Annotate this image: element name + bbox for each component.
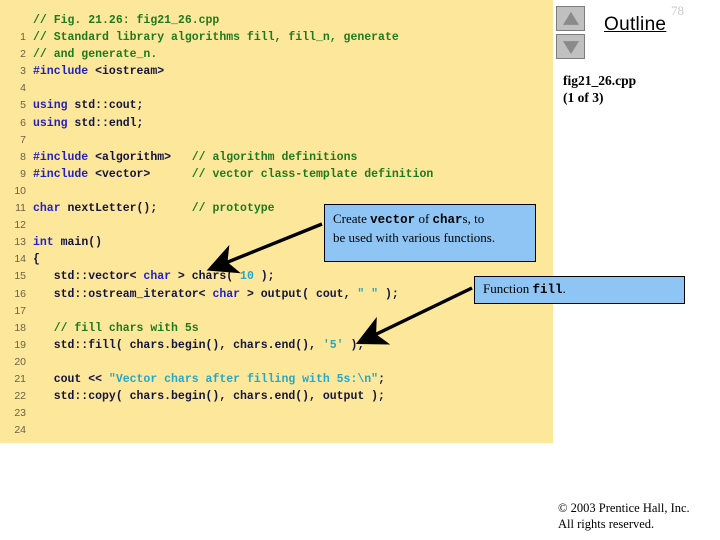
callout-code-fill: fill xyxy=(532,283,563,297)
outline-scroll-down-button[interactable] xyxy=(556,34,585,59)
code-line: 22 cout << "Vector chars after filling w… xyxy=(0,371,553,402)
line-source: cout << "Vector chars after filling with… xyxy=(33,372,385,386)
code-line: 9 #include <algorithm> // algorithm defi… xyxy=(0,149,553,180)
callout-vector-line2: be used with various functions. xyxy=(333,230,496,245)
page-number: 78 xyxy=(671,3,684,18)
line-number: 24 xyxy=(14,424,26,437)
line-source: #include <vector> // vector class-templa… xyxy=(33,167,434,181)
code-line: 11 xyxy=(0,183,553,214)
callout-vector: Create vector of chars, to be used with … xyxy=(324,204,536,262)
triangle-down-icon xyxy=(562,40,579,54)
outline-file-label: fig21_26.cpp (1 of 3) xyxy=(563,72,636,106)
line-source: // and generate_n. xyxy=(33,48,158,62)
line-source: #include <iostream> xyxy=(33,65,165,79)
code-line: 1 // Fig. 21.26: fig21_26.cpp xyxy=(0,12,553,43)
code-line: 17 std::ostream_iterator< char > output(… xyxy=(0,286,553,317)
footer: © 2003 Prentice Hall, Inc. All rights re… xyxy=(558,500,690,532)
code-line: 23 std::copy( chars.begin(), chars.end()… xyxy=(0,388,553,419)
callout-fill: Function fill. xyxy=(474,276,685,304)
line-source: std::fill( chars.begin(), chars.end(), '… xyxy=(33,338,365,352)
line-source: char nextLetter(); // prototype xyxy=(33,202,275,216)
code-line: 19 // fill chars with 5s xyxy=(0,320,553,351)
code-line: 2 // Standard library algorithms fill, f… xyxy=(0,29,553,60)
code-line: 20 std::fill( chars.begin(), chars.end()… xyxy=(0,337,553,368)
line-source: #include <algorithm> // algorithm defini… xyxy=(33,150,358,164)
callout-vector-line1: Create vector of chars, to xyxy=(333,211,485,227)
outline-title: Outline xyxy=(604,14,667,35)
line-source: // Standard library algorithms fill, fil… xyxy=(33,31,399,45)
outline-part-label: (1 of 3) xyxy=(563,90,604,105)
callout-code-char: char xyxy=(432,213,463,227)
code-line: 18 xyxy=(0,303,553,334)
outline-file-name: fig21_26.cpp xyxy=(563,73,637,88)
footer-rights: All rights reserved. xyxy=(558,517,655,531)
outline-scroll-up-button[interactable] xyxy=(556,6,585,31)
triangle-up-icon xyxy=(562,11,579,25)
line-source: std::copy( chars.begin(), chars.end(), o… xyxy=(33,390,385,404)
line-source: using std::endl; xyxy=(33,116,144,130)
code-line: 10 #include <vector> // vector class-tem… xyxy=(0,166,553,197)
line-source: // fill chars with 5s xyxy=(33,321,199,335)
code-line: 21 xyxy=(0,354,553,385)
line-source: { xyxy=(33,253,40,267)
footer-copyright: © 2003 Prentice Hall, Inc. xyxy=(558,501,690,515)
line-source: using std::cout; xyxy=(33,99,144,113)
code-line: 7 using std::endl; xyxy=(0,115,553,146)
code-line: 6 using std::cout; xyxy=(0,97,553,128)
code-line: 3 // and generate_n. xyxy=(0,46,553,77)
line-source: int main() xyxy=(33,236,103,250)
code-line: 16 std::vector< char > chars( 10 ); xyxy=(0,268,553,299)
code-line: 8 xyxy=(0,132,553,163)
code-line: 24 xyxy=(0,405,553,436)
callout-code-vector: vector xyxy=(370,213,416,227)
line-source: std::ostream_iterator< char > output( co… xyxy=(33,287,399,301)
code-line: 5 xyxy=(0,80,553,111)
line-source: std::vector< char > chars( 10 ); xyxy=(33,270,275,284)
line-source: // Fig. 21.26: fig21_26.cpp xyxy=(33,14,220,27)
code-line: 4 #include <iostream> xyxy=(0,63,553,94)
